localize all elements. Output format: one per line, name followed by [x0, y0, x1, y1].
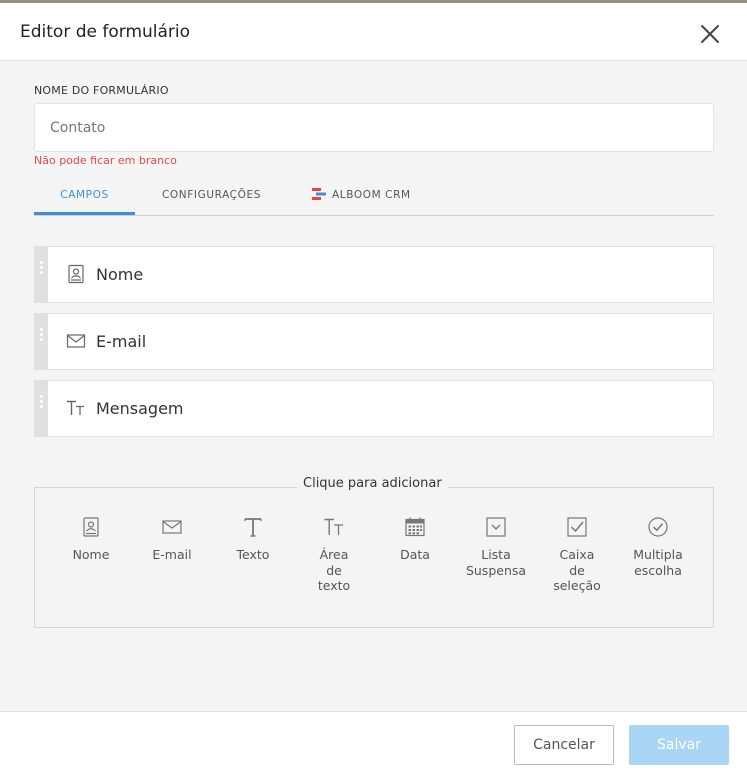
field-label: Nome	[96, 265, 144, 284]
tool-label: Área de texto	[317, 547, 351, 593]
contact-book-icon	[83, 517, 99, 537]
tab-alboom-crm-label: ALBOOM CRM	[332, 189, 411, 201]
modal-footer: Cancelar Salvar	[0, 711, 747, 772]
add-tool-nome[interactable]: Nome	[51, 516, 131, 563]
tool-label: Multipla escolha	[633, 547, 683, 578]
form-field-email[interactable]: E-mail	[34, 313, 714, 370]
drag-handle[interactable]	[35, 247, 48, 302]
add-tool-lista-suspensa[interactable]: Lista Suspensa	[456, 516, 536, 578]
add-tool-data[interactable]: Data	[375, 516, 455, 563]
tab-campos[interactable]: CAMPOS	[34, 180, 135, 215]
contact-book-icon	[68, 264, 84, 284]
add-tool-caixa-de-selecao[interactable]: Caixa de seleção	[537, 516, 617, 594]
save-button[interactable]: Salvar	[629, 725, 729, 765]
drag-handle[interactable]	[35, 314, 48, 369]
drag-handle[interactable]	[35, 381, 48, 436]
tool-label: E-mail	[152, 547, 192, 562]
field-label: E-mail	[96, 332, 147, 351]
alboom-crm-logo-icon	[312, 188, 326, 200]
tool-label: Caixa de seleção	[553, 547, 601, 593]
add-tool-email[interactable]: E-mail	[132, 516, 212, 563]
add-fields-title: Clique para adicionar	[297, 476, 448, 491]
modal-header: Editor de formulário	[0, 3, 747, 61]
form-field-mensagem[interactable]: Mensagem	[34, 380, 714, 437]
text-t-icon	[244, 518, 262, 537]
text-size-icon	[324, 518, 343, 535]
add-tool-area-de-texto[interactable]: Área de texto	[294, 516, 374, 594]
tool-label: Lista Suspensa	[465, 547, 527, 578]
envelope-icon	[66, 334, 86, 348]
tool-label: Data	[400, 547, 430, 562]
tab-alboom-crm[interactable]: ALBOOM CRM	[302, 180, 422, 215]
tab-bar: CAMPOS CONFIGURAÇÕES ALBOOM CRM	[34, 180, 714, 216]
text-size-icon	[67, 400, 84, 415]
field-label: Mensagem	[96, 399, 184, 418]
dropdown-icon	[486, 517, 506, 537]
form-field-nome[interactable]: Nome	[34, 246, 714, 303]
close-icon[interactable]	[696, 20, 724, 48]
modal-title: Editor de formulário	[20, 22, 191, 42]
radio-check-icon	[648, 517, 668, 537]
form-name-label: NOME DO FORMULÁRIO	[34, 84, 169, 97]
tab-configuracoes[interactable]: CONFIGURAÇÕES	[144, 180, 279, 215]
add-tool-texto[interactable]: Texto	[213, 516, 293, 563]
tool-label: Nome	[72, 547, 110, 562]
checkbox-icon	[567, 517, 587, 537]
form-name-input[interactable]	[34, 103, 714, 152]
calendar-icon	[405, 517, 425, 537]
form-name-error: Não pode ficar em branco	[34, 154, 177, 167]
envelope-icon	[162, 520, 182, 534]
cancel-button[interactable]: Cancelar	[514, 725, 614, 765]
tool-label: Texto	[236, 547, 270, 562]
add-tool-multipla-escolha[interactable]: Multipla escolha	[618, 516, 698, 578]
